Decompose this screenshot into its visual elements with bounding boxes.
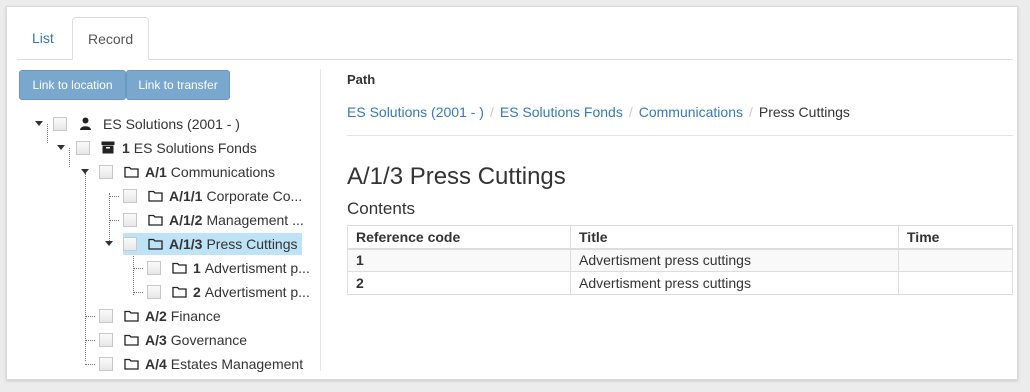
node-code: A/3: [145, 332, 167, 348]
checkbox[interactable]: [76, 141, 90, 155]
node-code: A/2: [145, 308, 167, 324]
tab-list[interactable]: List: [17, 17, 69, 60]
checkbox[interactable]: [99, 309, 113, 323]
folder-icon: [147, 234, 163, 256]
record-panel: List Record Link to location Link to tra…: [6, 6, 1018, 380]
pane-divider: [320, 69, 321, 371]
cell-ref: 1: [347, 248, 571, 272]
node-code: A/1/2: [169, 212, 203, 228]
folder-icon: [123, 162, 139, 184]
breadcrumb-link[interactable]: Communications: [639, 104, 743, 120]
checkbox[interactable]: [147, 261, 161, 275]
node-title: Governance: [170, 332, 248, 348]
checkbox[interactable]: [147, 285, 161, 299]
node-code: A/1/3: [169, 236, 203, 252]
column-header[interactable]: Reference code: [347, 225, 571, 250]
section-divider: [347, 135, 1013, 136]
tree-node-es-solutions[interactable]: ES Solutions (2001 - ): [53, 113, 240, 135]
checkbox[interactable]: [123, 213, 137, 227]
folder-icon: [147, 210, 163, 232]
node-title: Press Cuttings: [206, 236, 298, 252]
node-title: Advertisment p...: [204, 260, 310, 276]
table-row[interactable]: 1 Advertisment press cuttings: [347, 248, 1013, 272]
breadcrumb: ES Solutions (2001 - ) / ES Solutions Fond…: [347, 104, 850, 120]
person-icon: [77, 114, 93, 136]
cell-time: [898, 271, 1013, 295]
contents-heading: Contents: [347, 199, 416, 218]
node-title: ES Solutions (2001 - ): [103, 116, 240, 132]
folder-icon: [171, 282, 187, 304]
tree-expanded-arrow-icon[interactable]: [35, 121, 43, 126]
checkbox[interactable]: [53, 117, 67, 131]
tab-record[interactable]: Record: [72, 17, 150, 60]
tab-bar: List Record: [17, 17, 1013, 60]
folder-icon: [147, 186, 163, 208]
tree-node-fonds[interactable]: 1 ES Solutions Fonds: [76, 137, 257, 159]
column-header[interactable]: Time: [898, 225, 1013, 250]
breadcrumb-current: Press Cuttings: [758, 104, 850, 120]
tree-node-a2[interactable]: A/2 Finance: [99, 305, 221, 327]
cell-title: Advertisment press cuttings: [570, 271, 899, 295]
node-code: 2: [193, 284, 201, 300]
link-to-transfer-button[interactable]: Link to transfer: [126, 70, 230, 100]
tree-node-a12[interactable]: A/1/2 Management ...: [123, 209, 304, 231]
checkbox[interactable]: [123, 237, 137, 251]
node-title: Management ...: [206, 212, 304, 228]
tree-pane: Link to location Link to transfer ES Sol…: [7, 67, 320, 377]
folder-icon: [123, 354, 139, 376]
node-title: Estates Management: [170, 356, 304, 372]
breadcrumb-separator: /: [748, 104, 753, 120]
tree-node-a4[interactable]: A/4 Estates Management: [99, 353, 303, 375]
tree-expanded-arrow-icon[interactable]: [57, 145, 65, 150]
cell-time: [898, 248, 1013, 272]
page-title: A/1/3 Press Cuttings: [347, 163, 566, 190]
node-code: A/4: [145, 356, 167, 372]
node-code: A/1: [145, 164, 167, 180]
breadcrumb-separator: /: [489, 104, 494, 120]
node-title: Communications: [170, 164, 276, 180]
checkbox[interactable]: [99, 357, 113, 371]
tree-expanded-arrow-icon[interactable]: [105, 241, 113, 246]
node-title: Advertisment p...: [204, 284, 310, 300]
archive-box-icon: [100, 138, 116, 160]
breadcrumb-link[interactable]: ES Solutions Fonds: [500, 104, 623, 120]
tree-node-a11[interactable]: A/1/1 Corporate Co...: [123, 185, 302, 207]
column-header[interactable]: Title: [570, 225, 899, 250]
path-label: Path: [347, 72, 376, 87]
table-header-row: Reference code Title Time: [347, 225, 1013, 250]
folder-icon: [123, 306, 139, 328]
table-row[interactable]: 2 Advertisment press cuttings: [347, 271, 1013, 295]
node-code: 1: [122, 140, 130, 156]
tree-node-a1[interactable]: A/1 Communications: [99, 161, 275, 183]
tree-node-item-1[interactable]: 1 Advertisment p...: [147, 257, 310, 279]
checkbox[interactable]: [123, 189, 137, 203]
breadcrumb-link[interactable]: ES Solutions (2001 - ): [347, 104, 484, 120]
folder-icon: [171, 258, 187, 280]
tree-node-a13-selected[interactable]: A/1/3 Press Cuttings: [123, 233, 302, 255]
breadcrumb-separator: /: [628, 104, 633, 120]
tree-expanded-arrow-icon[interactable]: [81, 169, 89, 174]
checkbox[interactable]: [99, 165, 113, 179]
cell-ref: 2: [347, 271, 571, 295]
contents-table: Reference code Title Time 1 Advertisment…: [347, 225, 1013, 295]
node-title: Corporate Co...: [206, 188, 303, 204]
tree-node-item-2[interactable]: 2 Advertisment p...: [147, 281, 310, 303]
node-code: A/1/1: [169, 188, 203, 204]
node-code: 1: [193, 260, 201, 276]
node-title: Finance: [170, 308, 221, 324]
checkbox[interactable]: [99, 333, 113, 347]
link-to-location-button[interactable]: Link to location: [19, 70, 126, 100]
tree-node-a3[interactable]: A/3 Governance: [99, 329, 247, 351]
folder-icon: [123, 330, 139, 352]
cell-title: Advertisment press cuttings: [570, 248, 899, 272]
node-title: ES Solutions Fonds: [133, 140, 257, 156]
